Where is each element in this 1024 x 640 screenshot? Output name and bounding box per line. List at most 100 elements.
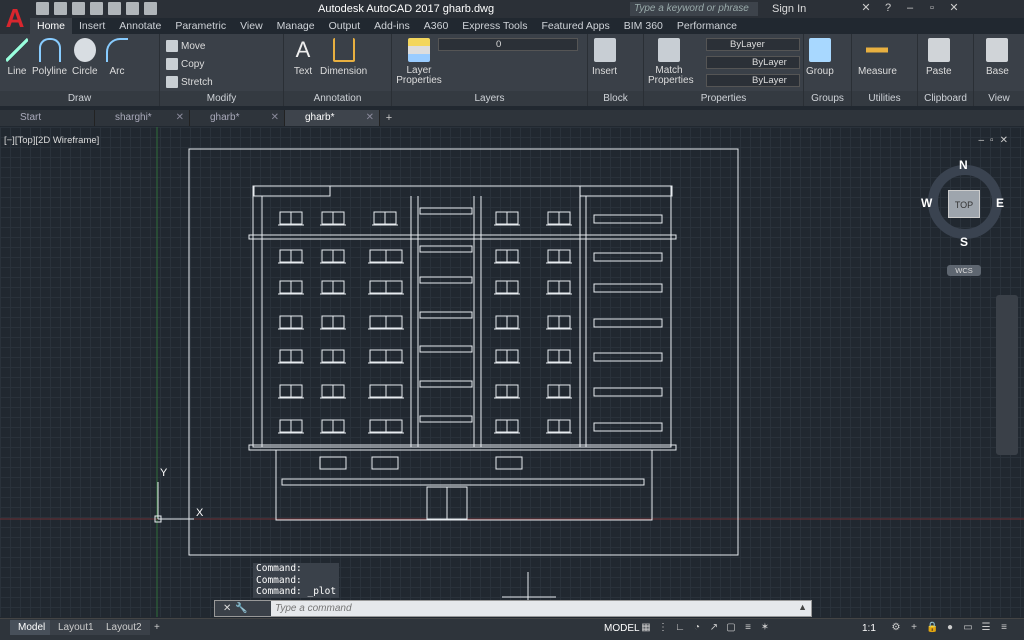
command-history-toggle-icon[interactable]: ▲ [798, 602, 807, 612]
document-tab[interactable]: sharghi* ✕ [95, 110, 190, 126]
command-input[interactable] [275, 602, 795, 615]
close-tab-icon[interactable]: ✕ [366, 110, 374, 126]
match-properties-button[interactable]: Match Properties [648, 38, 694, 86]
compass-south[interactable]: S [960, 235, 968, 249]
new-tab-button[interactable]: + [380, 110, 398, 126]
close-icon[interactable]: ✕ [948, 2, 960, 14]
text-button[interactable]: A Text [292, 38, 314, 78]
annotation-panel: A Text Dimension Annotation [284, 34, 392, 106]
undo-icon[interactable] [126, 2, 139, 15]
isodraft-icon[interactable]: ↗ [708, 622, 720, 634]
lineweight-icon[interactable]: ≡ [742, 622, 754, 634]
panel-label[interactable]: Clipboard [918, 91, 973, 106]
insert-button[interactable]: Insert [592, 38, 617, 77]
drawing-viewport[interactable]: [−][Top][2D Wireframe] –▫✕ TOP N S E W W… [0, 127, 1024, 617]
settings-gear-icon[interactable]: ⚙ [890, 622, 902, 634]
document-tab[interactable]: gharb* ✕ [285, 110, 380, 126]
search-input[interactable]: Type a keyword or phrase [630, 2, 758, 16]
measure-button[interactable]: Measure [858, 38, 897, 77]
plot-icon[interactable] [108, 2, 121, 15]
panel-label[interactable]: View [974, 91, 1024, 106]
ribbon-tab[interactable]: Annotate [112, 18, 168, 34]
layout-tab[interactable]: Layout1 [50, 620, 102, 635]
layout-tab[interactable]: Model [10, 620, 54, 635]
annotation-scale[interactable]: 1:1 [862, 623, 876, 634]
save-as-icon[interactable] [90, 2, 103, 15]
compass-west[interactable]: W [921, 196, 932, 210]
viewcube-top-face[interactable]: TOP [948, 190, 980, 218]
linetype-dropdown[interactable]: ByLayer [706, 56, 800, 69]
polyline-button[interactable]: Polyline [32, 38, 67, 77]
clean-screen-icon[interactable]: ☰ [980, 622, 992, 634]
polyline-icon [38, 38, 61, 62]
redo-icon[interactable] [144, 2, 157, 15]
grid-icon[interactable]: ▦ [640, 622, 652, 634]
paste-button[interactable]: Paste [926, 38, 952, 77]
panel-label[interactable]: Utilities [852, 91, 917, 106]
close-tab-icon[interactable]: ✕ [271, 110, 279, 126]
lineweight-dropdown[interactable]: ByLayer [706, 74, 800, 87]
application-menu-button[interactable]: A [0, 0, 30, 36]
ribbon-tab[interactable]: Home [30, 18, 73, 34]
base-button[interactable]: Base [986, 38, 1009, 77]
minimize-icon[interactable]: – [904, 2, 916, 14]
arc-button[interactable]: Arc [106, 38, 128, 77]
line-button[interactable]: Line [6, 38, 28, 77]
compass-north[interactable]: N [959, 158, 968, 172]
layout-tab[interactable]: Layout2 [98, 620, 150, 635]
panel-label[interactable]: Properties [644, 91, 803, 106]
circle-button[interactable]: Circle [72, 38, 98, 77]
panel-label[interactable]: Layers [392, 91, 587, 106]
stretch-button[interactable]: Stretch [166, 76, 213, 88]
ribbon-tab[interactable]: A360 [417, 18, 456, 34]
new-icon[interactable] [36, 2, 49, 15]
panel-label[interactable]: Modify [160, 91, 283, 106]
color-dropdown[interactable]: ByLayer [706, 38, 800, 51]
move-button[interactable]: Move [166, 40, 205, 52]
sign-in-button[interactable]: Sign In [772, 3, 806, 15]
wcs-menu-button[interactable]: WCS [947, 265, 981, 276]
annotation-visibility-icon[interactable]: ✶ [759, 622, 771, 634]
ribbon-tab[interactable]: Performance [670, 18, 744, 34]
document-tab[interactable]: Start [0, 110, 95, 126]
add-layout-button[interactable]: + [146, 620, 168, 635]
save-icon[interactable] [72, 2, 85, 15]
restore-icon[interactable]: ▫ [926, 2, 938, 14]
model-space-toggle[interactable]: MODEL [604, 623, 640, 634]
dimension-button[interactable]: Dimension [320, 38, 367, 77]
navigation-bar[interactable] [996, 295, 1018, 455]
ribbon-tab[interactable]: Insert [72, 18, 112, 34]
osnap-icon[interactable]: ▢ [725, 622, 737, 634]
close-tab-icon[interactable]: ✕ [176, 110, 184, 126]
snap-icon[interactable]: ⋮ [657, 622, 669, 634]
exchange-icon[interactable]: ✕ [860, 2, 872, 14]
panel-label[interactable]: Groups [804, 91, 851, 106]
layer-properties-button[interactable]: Layer Properties [396, 38, 442, 86]
ortho-icon[interactable]: ∟ [674, 622, 686, 634]
hardware-icon[interactable]: ▭ [962, 622, 974, 634]
copy-button[interactable]: Copy [166, 58, 204, 70]
ribbon-tab[interactable]: Parametric [168, 18, 233, 34]
ribbon-tab[interactable]: Add-ins [367, 18, 417, 34]
open-icon[interactable] [54, 2, 67, 15]
group-button[interactable]: Group [806, 38, 834, 77]
help-icon[interactable]: ? [882, 2, 894, 14]
layer-dropdown[interactable]: 0 [438, 38, 578, 51]
customize-icon[interactable]: ≡ [998, 622, 1010, 634]
ribbon-tab[interactable]: View [233, 18, 270, 34]
document-tab[interactable]: gharb* ✕ [190, 110, 285, 126]
lock-icon[interactable]: 🔒 [926, 622, 938, 634]
ribbon-tab[interactable]: Output [322, 18, 368, 34]
ribbon-tab[interactable]: Featured Apps [534, 18, 616, 34]
compass-east[interactable]: E [996, 196, 1004, 210]
ribbon-tab[interactable]: BIM 360 [617, 18, 670, 34]
panel-label[interactable]: Annotation [284, 91, 391, 106]
ribbon-tab[interactable]: Manage [270, 18, 322, 34]
panel-label[interactable]: Draw [0, 91, 159, 106]
panel-label[interactable]: Block [588, 91, 643, 106]
workspace-icon[interactable]: + [908, 622, 920, 634]
isolate-icon[interactable]: ● [944, 622, 956, 634]
command-line-tools[interactable]: ✕🔧 [215, 601, 271, 616]
ribbon-tab[interactable]: Express Tools [455, 18, 534, 34]
polar-icon[interactable]: ◔ [691, 622, 703, 634]
